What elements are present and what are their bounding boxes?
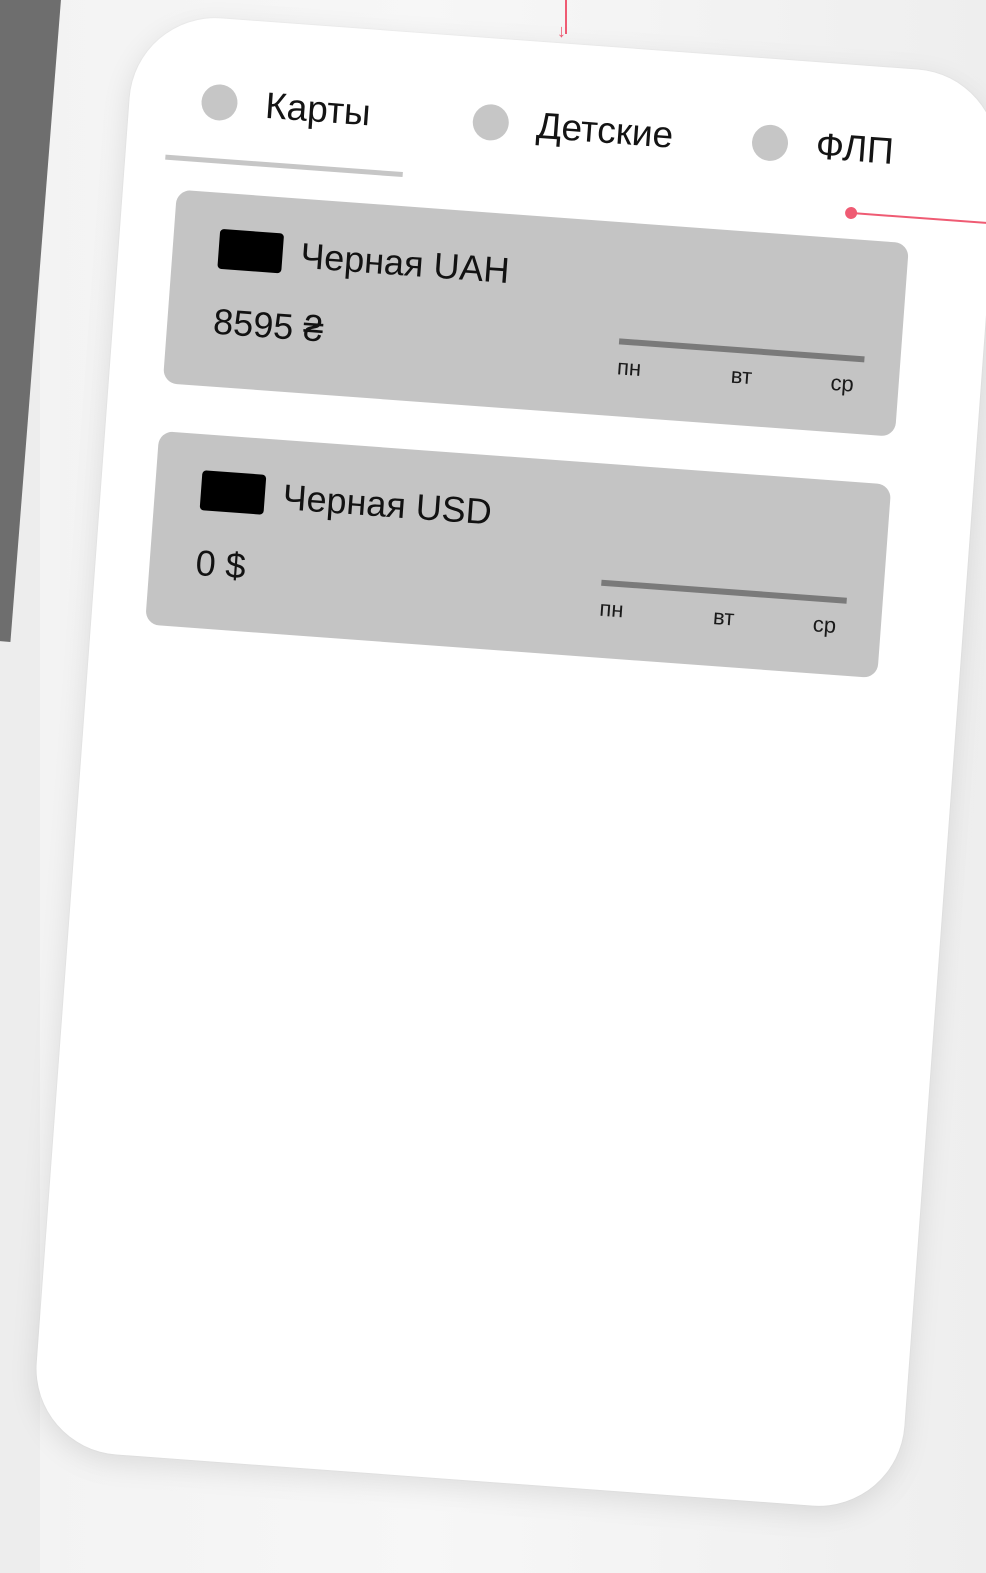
card-chip-icon	[199, 470, 267, 515]
tab-cards-dot-icon	[200, 83, 239, 122]
mini-chart-tick: ср	[812, 611, 838, 638]
mini-chart-axis	[618, 338, 865, 363]
tab-cards[interactable]: Карты	[199, 71, 372, 143]
mini-chart-tick: вт	[729, 362, 754, 390]
scene: ↓ Карты Детские ФЛП Черная UAH 8595 ₴ пн…	[0, 0, 986, 1573]
tab-kids-label: Детские	[535, 104, 675, 156]
mini-chart-axis	[601, 579, 847, 604]
mini-chart-tick: пн	[616, 354, 643, 382]
tab-kids[interactable]: Детские	[471, 91, 676, 166]
tab-cards-label: Карты	[263, 84, 373, 134]
card-chip-icon	[217, 228, 285, 274]
tab-bar: Карты Детские ФЛП	[165, 71, 986, 229]
tab-flp-label: ФЛП	[814, 125, 896, 172]
mini-chart-tick: пн	[598, 595, 625, 623]
tab-kids-dot-icon	[471, 103, 511, 142]
mini-chart-tick: вт	[712, 604, 736, 631]
card-title: Черная USD	[281, 476, 494, 533]
card-usd[interactable]: Черная USD 0 $ пн вт ср	[145, 430, 892, 679]
flow-arrow-icon: ↓	[557, 21, 566, 41]
card-mini-chart: пн вт ср	[615, 338, 865, 412]
card-balance: 0 $	[194, 541, 248, 587]
card-title: Черная UAH	[299, 234, 511, 292]
active-tab-underline	[165, 154, 403, 178]
card-mini-chart: пн вт ср	[597, 579, 847, 654]
card-uah[interactable]: Черная UAH 8595 ₴ пн вт ср	[162, 189, 910, 437]
mini-chart-tick: ср	[829, 369, 855, 397]
tab-flp[interactable]: ФЛП	[750, 112, 896, 182]
tab-flp-dot-icon	[750, 123, 790, 163]
phone-screen: Карты Детские ФЛП Черная UAH 8595 ₴ пн в…	[30, 12, 986, 1512]
flow-connector-line-right	[855, 212, 986, 229]
card-balance: 8595 ₴	[211, 300, 325, 350]
